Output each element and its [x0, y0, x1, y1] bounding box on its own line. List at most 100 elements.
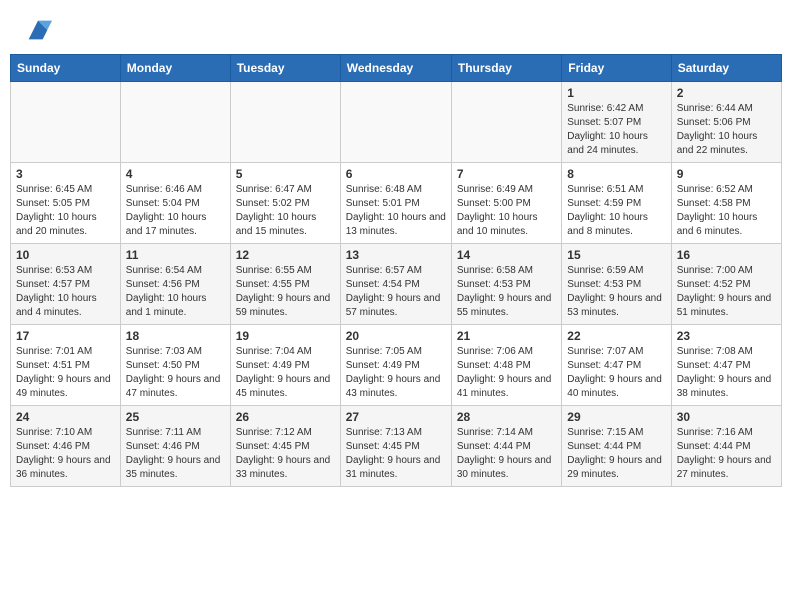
day-number: 24 [16, 410, 115, 424]
calendar-cell: 6Sunrise: 6:48 AM Sunset: 5:01 PM Daylig… [340, 163, 451, 244]
calendar-cell [230, 82, 340, 163]
calendar: SundayMondayTuesdayWednesdayThursdayFrid… [0, 54, 792, 497]
day-number: 22 [567, 329, 665, 343]
calendar-cell: 12Sunrise: 6:55 AM Sunset: 4:55 PM Dayli… [230, 244, 340, 325]
day-info: Sunrise: 7:16 AM Sunset: 4:44 PM Dayligh… [677, 426, 776, 482]
calendar-cell: 5Sunrise: 6:47 AM Sunset: 5:02 PM Daylig… [230, 163, 340, 244]
weekday-header: Monday [120, 55, 230, 82]
day-info: Sunrise: 7:14 AM Sunset: 4:44 PM Dayligh… [457, 426, 556, 482]
day-number: 4 [126, 167, 225, 181]
day-number: 26 [236, 410, 335, 424]
day-info: Sunrise: 7:15 AM Sunset: 4:44 PM Dayligh… [567, 426, 665, 482]
day-info: Sunrise: 7:07 AM Sunset: 4:47 PM Dayligh… [567, 345, 665, 401]
weekday-header: Wednesday [340, 55, 451, 82]
day-number: 11 [126, 248, 225, 262]
day-number: 1 [567, 86, 665, 100]
day-info: Sunrise: 7:13 AM Sunset: 4:45 PM Dayligh… [346, 426, 446, 482]
day-info: Sunrise: 6:49 AM Sunset: 5:00 PM Dayligh… [457, 183, 556, 239]
calendar-cell [11, 82, 121, 163]
calendar-cell: 13Sunrise: 6:57 AM Sunset: 4:54 PM Dayli… [340, 244, 451, 325]
day-number: 27 [346, 410, 446, 424]
day-number: 21 [457, 329, 556, 343]
day-info: Sunrise: 6:42 AM Sunset: 5:07 PM Dayligh… [567, 102, 665, 158]
calendar-table: SundayMondayTuesdayWednesdayThursdayFrid… [10, 54, 782, 487]
logo [20, 16, 52, 44]
calendar-week-row: 17 Sunrise: 7:01 AM Sunset: 4:51 PM Dayli… [11, 325, 782, 406]
calendar-cell: 1 Sunrise: 6:42 AM Sunset: 5:07 PM Daylig… [562, 82, 671, 163]
calendar-cell: 23 Sunrise: 7:08 AM Sunset: 4:47 PM Dayli… [671, 325, 781, 406]
calendar-cell: 8Sunrise: 6:51 AM Sunset: 4:59 PM Daylig… [562, 163, 671, 244]
calendar-cell [451, 82, 561, 163]
day-info: Sunrise: 7:10 AM Sunset: 4:46 PM Dayligh… [16, 426, 115, 482]
day-number: 18 [126, 329, 225, 343]
calendar-cell [120, 82, 230, 163]
calendar-week-row: 3 Sunrise: 6:45 AM Sunset: 5:05 PM Daylig… [11, 163, 782, 244]
day-info: Sunrise: 7:04 AM Sunset: 4:49 PM Dayligh… [236, 345, 335, 401]
calendar-cell: 4 Sunrise: 6:46 AM Sunset: 5:04 PM Daylig… [120, 163, 230, 244]
day-info: Sunrise: 7:00 AM Sunset: 4:52 PM Dayligh… [677, 264, 776, 320]
day-number: 12 [236, 248, 335, 262]
day-info: Sunrise: 7:08 AM Sunset: 4:47 PM Dayligh… [677, 345, 776, 401]
calendar-cell: 26 Sunrise: 7:12 AM Sunset: 4:45 PM Dayli… [230, 406, 340, 487]
day-number: 20 [346, 329, 446, 343]
day-number: 23 [677, 329, 776, 343]
weekday-header: Friday [562, 55, 671, 82]
day-info: Sunrise: 6:58 AM Sunset: 4:53 PM Dayligh… [457, 264, 556, 320]
day-number: 3 [16, 167, 115, 181]
day-number: 7 [457, 167, 556, 181]
calendar-cell: 19 Sunrise: 7:04 AM Sunset: 4:49 PM Dayli… [230, 325, 340, 406]
calendar-cell: 25 Sunrise: 7:11 AM Sunset: 4:46 PM Dayli… [120, 406, 230, 487]
calendar-cell: 10 Sunrise: 6:53 AM Sunset: 4:57 PM Dayli… [11, 244, 121, 325]
calendar-week-row: 24 Sunrise: 7:10 AM Sunset: 4:46 PM Dayli… [11, 406, 782, 487]
day-info: Sunrise: 6:47 AM Sunset: 5:02 PM Dayligh… [236, 183, 335, 239]
day-info: Sunrise: 6:57 AM Sunset: 4:54 PM Dayligh… [346, 264, 446, 320]
page-header [0, 0, 792, 54]
calendar-week-row: 10 Sunrise: 6:53 AM Sunset: 4:57 PM Dayli… [11, 244, 782, 325]
day-number: 19 [236, 329, 335, 343]
calendar-cell: 11Sunrise: 6:54 AM Sunset: 4:56 PM Dayli… [120, 244, 230, 325]
weekday-header: Saturday [671, 55, 781, 82]
day-number: 16 [677, 248, 776, 262]
day-info: Sunrise: 7:03 AM Sunset: 4:50 PM Dayligh… [126, 345, 225, 401]
calendar-cell: 27 Sunrise: 7:13 AM Sunset: 4:45 PM Dayli… [340, 406, 451, 487]
day-number: 29 [567, 410, 665, 424]
day-info: Sunrise: 7:05 AM Sunset: 4:49 PM Dayligh… [346, 345, 446, 401]
day-info: Sunrise: 7:06 AM Sunset: 4:48 PM Dayligh… [457, 345, 556, 401]
day-number: 14 [457, 248, 556, 262]
calendar-cell: 15Sunrise: 6:59 AM Sunset: 4:53 PM Dayli… [562, 244, 671, 325]
calendar-cell: 21 Sunrise: 7:06 AM Sunset: 4:48 PM Dayli… [451, 325, 561, 406]
calendar-cell: 7 Sunrise: 6:49 AM Sunset: 5:00 PM Daylig… [451, 163, 561, 244]
day-number: 10 [16, 248, 115, 262]
calendar-cell: 2 Sunrise: 6:44 AM Sunset: 5:06 PM Daylig… [671, 82, 781, 163]
day-info: Sunrise: 6:51 AM Sunset: 4:59 PM Dayligh… [567, 183, 665, 239]
calendar-cell: 22 Sunrise: 7:07 AM Sunset: 4:47 PM Dayli… [562, 325, 671, 406]
day-number: 25 [126, 410, 225, 424]
logo-icon [24, 16, 52, 44]
calendar-cell: 29 Sunrise: 7:15 AM Sunset: 4:44 PM Dayli… [562, 406, 671, 487]
day-info: Sunrise: 6:48 AM Sunset: 5:01 PM Dayligh… [346, 183, 446, 239]
calendar-header: SundayMondayTuesdayWednesdayThursdayFrid… [11, 55, 782, 82]
day-info: Sunrise: 6:45 AM Sunset: 5:05 PM Dayligh… [16, 183, 115, 239]
day-info: Sunrise: 6:46 AM Sunset: 5:04 PM Dayligh… [126, 183, 225, 239]
weekday-header: Thursday [451, 55, 561, 82]
day-number: 15 [567, 248, 665, 262]
calendar-cell: 24 Sunrise: 7:10 AM Sunset: 4:46 PM Dayli… [11, 406, 121, 487]
calendar-cell: 3 Sunrise: 6:45 AM Sunset: 5:05 PM Daylig… [11, 163, 121, 244]
day-info: Sunrise: 6:53 AM Sunset: 4:57 PM Dayligh… [16, 264, 115, 320]
day-number: 28 [457, 410, 556, 424]
day-number: 2 [677, 86, 776, 100]
weekday-header: Tuesday [230, 55, 340, 82]
calendar-cell [340, 82, 451, 163]
day-number: 30 [677, 410, 776, 424]
day-info: Sunrise: 7:12 AM Sunset: 4:45 PM Dayligh… [236, 426, 335, 482]
calendar-cell: 18 Sunrise: 7:03 AM Sunset: 4:50 PM Dayli… [120, 325, 230, 406]
calendar-cell: 14 Sunrise: 6:58 AM Sunset: 4:53 PM Dayli… [451, 244, 561, 325]
day-info: Sunrise: 7:11 AM Sunset: 4:46 PM Dayligh… [126, 426, 225, 482]
day-info: Sunrise: 6:44 AM Sunset: 5:06 PM Dayligh… [677, 102, 776, 158]
calendar-cell: 9Sunrise: 6:52 AM Sunset: 4:58 PM Daylig… [671, 163, 781, 244]
calendar-week-row: 1 Sunrise: 6:42 AM Sunset: 5:07 PM Daylig… [11, 82, 782, 163]
day-info: Sunrise: 7:01 AM Sunset: 4:51 PM Dayligh… [16, 345, 115, 401]
calendar-cell: 16 Sunrise: 7:00 AM Sunset: 4:52 PM Dayli… [671, 244, 781, 325]
day-number: 17 [16, 329, 115, 343]
calendar-cell: 20 Sunrise: 7:05 AM Sunset: 4:49 PM Dayli… [340, 325, 451, 406]
